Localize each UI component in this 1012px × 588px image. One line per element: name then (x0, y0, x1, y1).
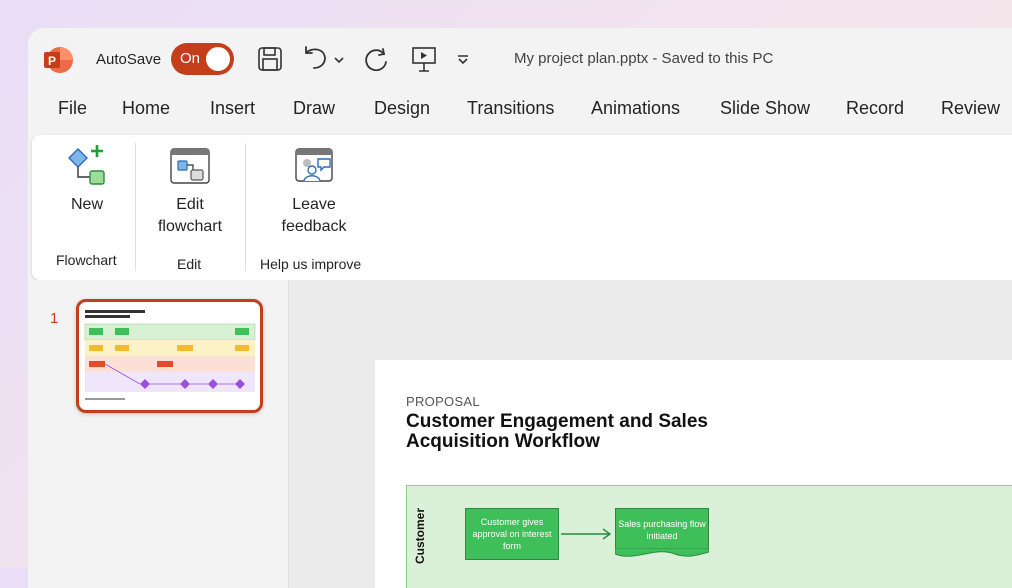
undo-icon[interactable] (300, 44, 330, 74)
flowchart-document-box[interactable]: Sales purchasing flow initiated (615, 508, 709, 552)
ribbon-panel: New Edit flowchart Leave feedback Flowch… (32, 135, 1012, 280)
edit-flowchart-button[interactable]: Edit flowchart (150, 143, 230, 238)
slide-number: 1 (50, 310, 59, 327)
group-label-edit: Edit (177, 256, 202, 272)
redo-icon[interactable] (363, 44, 391, 74)
undo-dropdown-chevron-icon[interactable] (332, 44, 346, 74)
tab-transitions[interactable]: Transitions (467, 98, 554, 119)
ribbon-tabs: File Home Insert Draw Design Transitions… (28, 98, 1012, 128)
ribbon-divider (135, 143, 136, 271)
title-bar: P AutoSave On My project plan.pptx - Sav… (28, 28, 1012, 88)
slide-title[interactable]: Customer Engagement and Sales Acquisitio… (406, 412, 726, 452)
autosave-state: On (180, 50, 201, 67)
new-label: New (70, 196, 103, 213)
autosave-label: AutoSave (96, 51, 162, 68)
slide-thumbnail-preview (84, 310, 256, 400)
tab-slide-show[interactable]: Slide Show (720, 98, 810, 119)
tab-animations[interactable]: Animations (591, 98, 680, 119)
save-icon[interactable] (257, 44, 283, 74)
customize-toolbar-icon[interactable] (455, 44, 471, 74)
slide-thumbnail[interactable] (76, 299, 263, 413)
svg-text:P: P (48, 54, 56, 68)
edit-flowchart-icon (170, 148, 210, 184)
feedback-label-line2: feedback (281, 218, 347, 235)
new-flowchart-icon (68, 145, 105, 185)
tab-draw[interactable]: Draw (293, 98, 335, 119)
document-title: My project plan.pptx - Saved to this PC (514, 50, 774, 67)
slide-eyebrow: PROPOSAL (406, 394, 480, 409)
toggle-knob (206, 47, 230, 71)
flowchart-process-box[interactable]: Customer gives approval on interest form (465, 508, 559, 560)
tab-insert[interactable]: Insert (210, 98, 255, 119)
tab-review[interactable]: Review (941, 98, 1000, 119)
autosave-toggle[interactable]: On (171, 43, 234, 75)
document-wave-edge (615, 548, 709, 557)
present-from-start-icon[interactable] (410, 44, 438, 74)
powerpoint-logo-icon[interactable]: P (43, 45, 73, 75)
group-label-help: Help us improve (260, 256, 362, 272)
tab-home[interactable]: Home (122, 98, 170, 119)
group-label-flowchart: Flowchart (56, 252, 117, 268)
feedback-icon (295, 148, 333, 182)
slide-canvas[interactable]: PROPOSAL Customer Engagement and Sales A… (289, 280, 1012, 588)
edit-label-line2: flowchart (157, 218, 223, 235)
feedback-label-line1: Leave (292, 196, 336, 213)
tab-file[interactable]: File (58, 98, 87, 119)
flowchart-arrow (561, 528, 612, 540)
leave-feedback-button[interactable]: Leave feedback (270, 143, 358, 238)
swimlane-customer[interactable]: Customer Customer gives approval on inte… (406, 485, 1012, 588)
slide[interactable]: PROPOSAL Customer Engagement and Sales A… (375, 360, 1012, 588)
edit-label-line1: Edit (176, 196, 204, 213)
tab-design[interactable]: Design (374, 98, 430, 119)
new-flowchart-button[interactable]: New (56, 143, 118, 216)
tab-record[interactable]: Record (846, 98, 904, 119)
powerpoint-window: P AutoSave On My project plan.pptx - Sav… (28, 28, 1012, 588)
swimlane-label: Customer (413, 507, 427, 564)
ribbon-divider (245, 143, 246, 271)
